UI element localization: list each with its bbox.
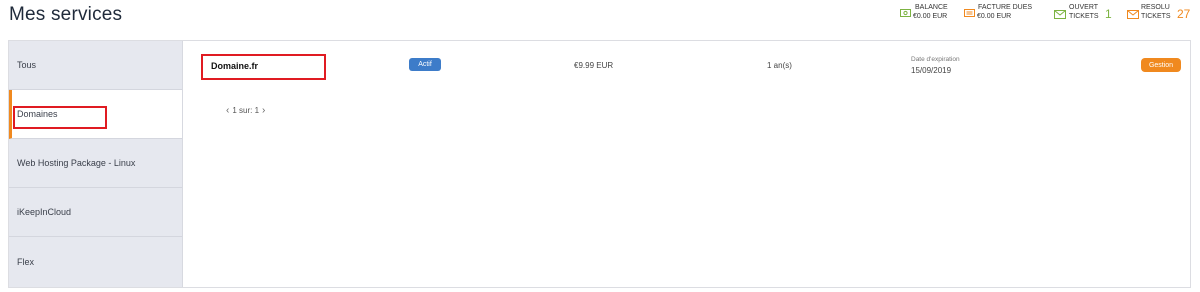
status-badge: Actif (409, 58, 441, 71)
sidebar-item-label: Web Hosting Package - Linux (17, 158, 136, 168)
expiration-label: Date d'expiration (911, 56, 960, 63)
mail-icon (1054, 10, 1066, 22)
chevron-left-icon[interactable]: ‹ (226, 105, 229, 116)
invoice-icon (964, 9, 975, 20)
sidebar-item-ikeepincloud[interactable]: iKeepInCloud (9, 188, 182, 237)
money-icon (900, 9, 911, 20)
ouvert-count: 1 (1105, 7, 1112, 21)
sidebar-item-label: Tous (17, 60, 37, 70)
pagination: ‹ 1 sur: 1 › (226, 105, 265, 116)
page-title: Mes services (9, 4, 123, 25)
ouvert-tickets-stat[interactable]: OUVERT TICKETS 1 (1054, 3, 1116, 21)
sidebar-item-label: Flex (17, 257, 35, 267)
resolu-count: 27 (1177, 7, 1191, 21)
pagination-text: 1 sur: 1 (232, 106, 260, 115)
mail-icon (1127, 10, 1139, 22)
balance-stat: BALANCE €0.00 EUR (900, 3, 960, 21)
billing-period: 1 an(s) (767, 61, 792, 70)
sidebar-item-tous[interactable]: Tous (9, 41, 182, 90)
sidebar-item-web-hosting[interactable]: Web Hosting Package - Linux (9, 139, 182, 188)
service-list: Domaine.fr Actif €9.99 EUR 1 an(s) Date … (183, 41, 1190, 287)
sidebar-item-flex[interactable]: Flex (9, 237, 182, 287)
sidebar-item-label: Domaines (17, 109, 58, 119)
facture-stat: FACTURE DUES €0.00 EUR (964, 3, 1036, 21)
service-name-link[interactable]: Domaine.fr (211, 61, 258, 71)
services-panel: Tous Domaines Web Hosting Package - Linu… (8, 40, 1191, 288)
service-price: €9.99 EUR (574, 61, 614, 70)
gestion-button[interactable]: Gestion (1141, 58, 1181, 72)
sidebar-item-domaines[interactable]: Domaines (9, 90, 182, 139)
expiration-date: 15/09/2019 (911, 66, 952, 75)
service-category-sidebar: Tous Domaines Web Hosting Package - Linu… (9, 41, 183, 287)
chevron-right-icon[interactable]: › (262, 105, 265, 116)
sidebar-item-label: iKeepInCloud (17, 207, 72, 217)
resolu-tickets-stat[interactable]: RESOLU TICKETS 27 (1127, 3, 1193, 21)
